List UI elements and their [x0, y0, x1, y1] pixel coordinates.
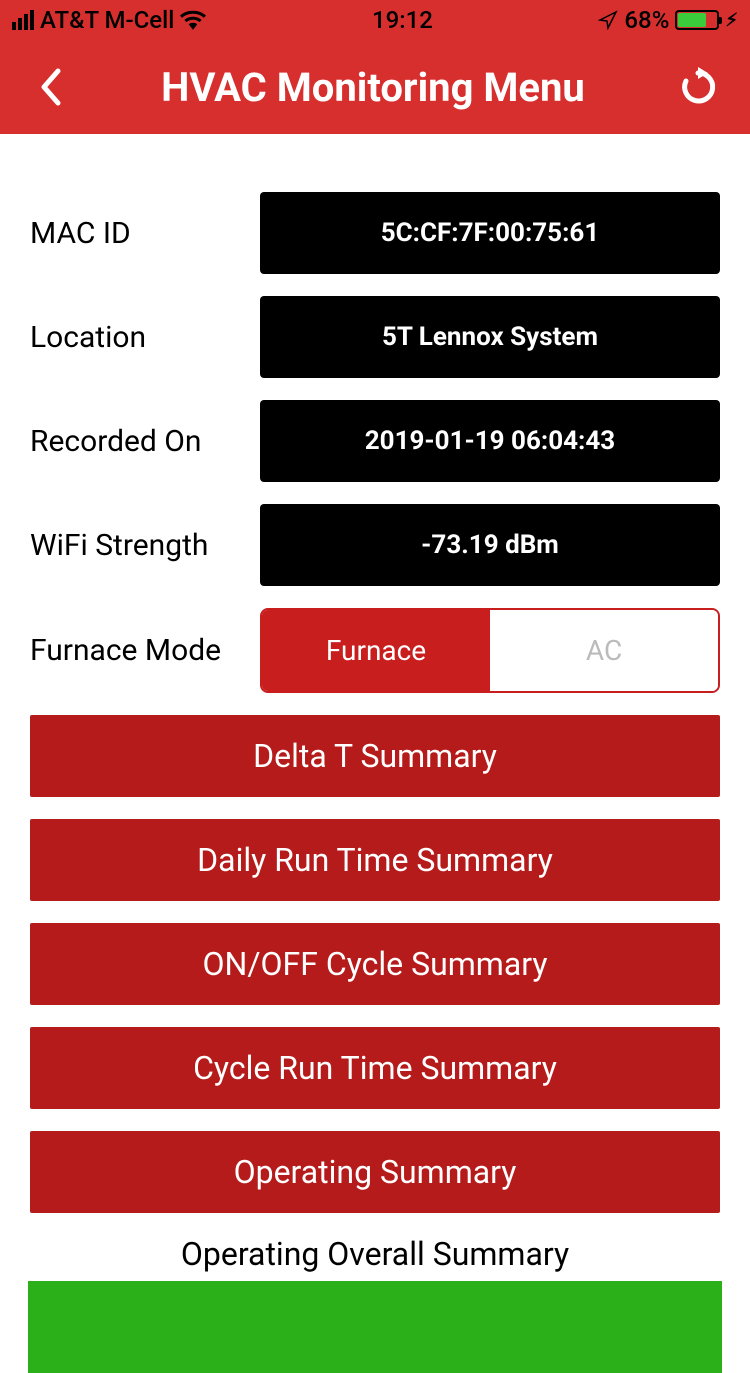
- wifi-strength-value: -73.19 dBm: [260, 504, 720, 586]
- status-right: 68% ⚡︎: [598, 6, 738, 34]
- status-time: 19:12: [372, 6, 433, 34]
- furnace-mode-label: Furnace Mode: [30, 633, 260, 668]
- operating-overall-summary-title: Operating Overall Summary: [30, 1235, 720, 1273]
- wifi-strength-label: WiFi Strength: [30, 528, 260, 563]
- operating-summary-button[interactable]: Operating Summary: [30, 1131, 720, 1213]
- back-button[interactable]: [30, 67, 70, 107]
- cycle-run-time-summary-button[interactable]: Cycle Run Time Summary: [30, 1027, 720, 1109]
- mac-id-value: 5C:CF:7F:00:75:61: [260, 192, 720, 274]
- chevron-left-icon: [38, 67, 62, 107]
- nav-bar: HVAC Monitoring Menu: [0, 40, 750, 134]
- mac-id-row: MAC ID 5C:CF:7F:00:75:61: [30, 192, 720, 274]
- delta-t-summary-button[interactable]: Delta T Summary: [30, 715, 720, 797]
- cellular-signal-icon: [12, 10, 34, 30]
- location-row: Location 5T Lennox System: [30, 296, 720, 378]
- recorded-on-value: 2019-01-19 06:04:43: [260, 400, 720, 482]
- refresh-button[interactable]: [676, 65, 720, 109]
- status-left: AT&T M-Cell: [12, 6, 206, 34]
- daily-run-time-summary-button[interactable]: Daily Run Time Summary: [30, 819, 720, 901]
- wifi-strength-row: WiFi Strength -73.19 dBm: [30, 504, 720, 586]
- refresh-icon: [678, 67, 718, 107]
- location-label: Location: [30, 320, 260, 355]
- content-area: MAC ID 5C:CF:7F:00:75:61 Location 5T Len…: [0, 134, 750, 1373]
- mode-option-furnace[interactable]: Furnace: [262, 610, 490, 691]
- recorded-on-row: Recorded On 2019-01-19 06:04:43: [30, 400, 720, 482]
- furnace-mode-toggle: Furnace AC: [260, 608, 720, 693]
- wifi-icon: [180, 10, 206, 30]
- page-title: HVAC Monitoring Menu: [70, 64, 676, 111]
- mode-option-ac[interactable]: AC: [490, 610, 718, 691]
- mac-id-label: MAC ID: [30, 216, 260, 251]
- location-value: 5T Lennox System: [260, 296, 720, 378]
- charging-bolt-icon: ⚡︎: [725, 10, 738, 31]
- carrier-label: AT&T M-Cell: [40, 6, 174, 34]
- recorded-on-label: Recorded On: [30, 424, 260, 459]
- battery-percent: 68%: [624, 6, 669, 34]
- location-arrow-icon: [598, 10, 618, 30]
- battery-icon: [675, 10, 719, 30]
- on-off-cycle-summary-button[interactable]: ON/OFF Cycle Summary: [30, 923, 720, 1005]
- operating-overall-summary-bar[interactable]: [28, 1281, 722, 1373]
- furnace-mode-row: Furnace Mode Furnace AC: [30, 608, 720, 693]
- status-bar: AT&T M-Cell 19:12 68% ⚡︎: [0, 0, 750, 40]
